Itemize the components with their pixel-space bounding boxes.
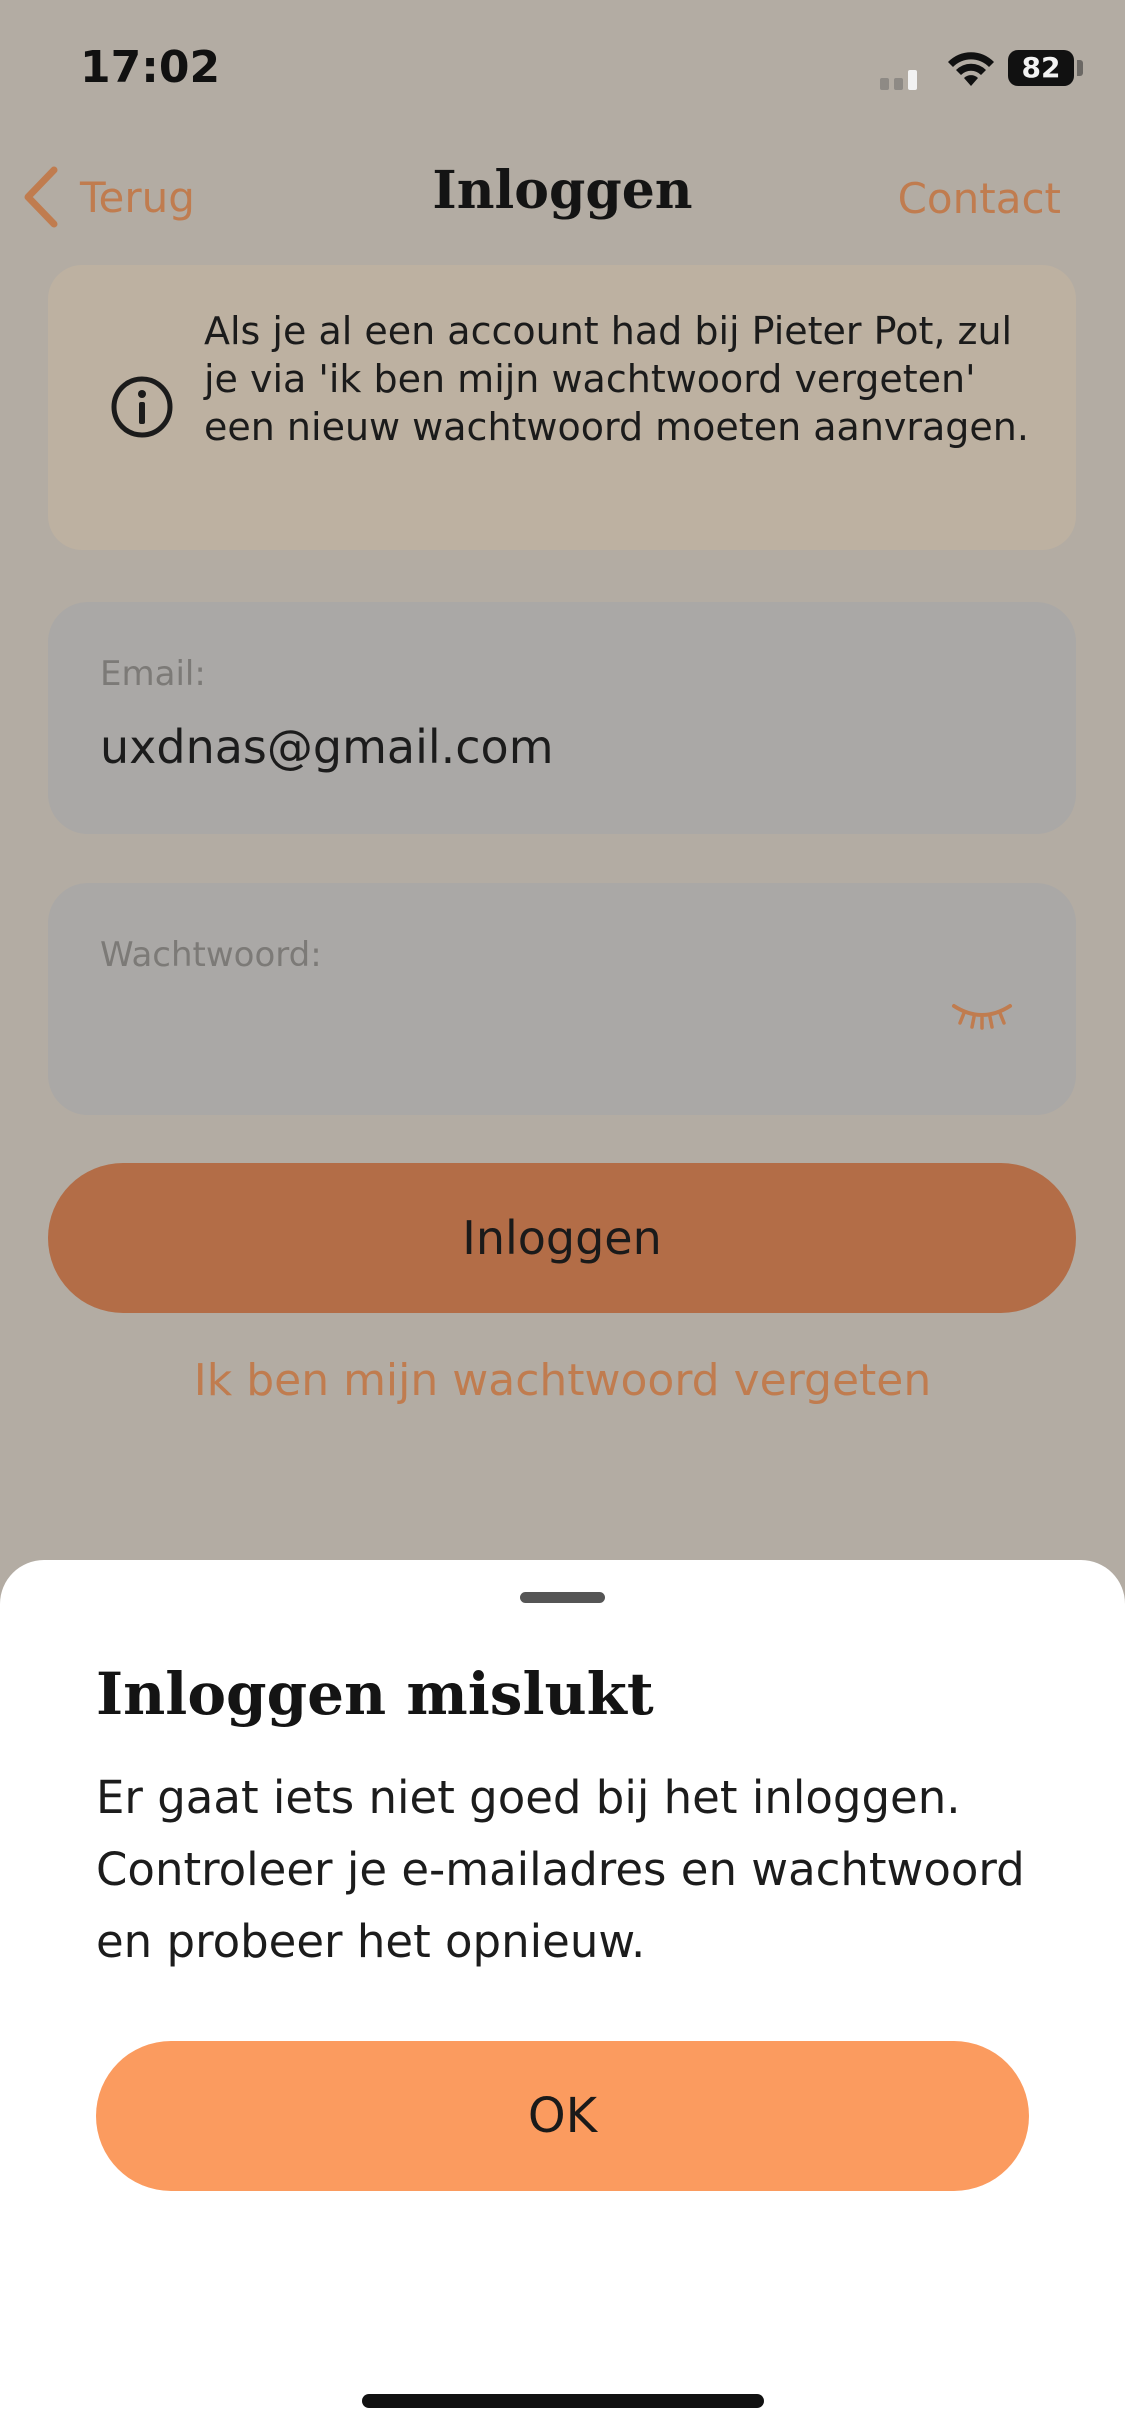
info-banner: Als je al een account had bij Pieter Pot…	[48, 265, 1076, 550]
back-button[interactable]: Terug	[22, 162, 195, 232]
wifi-icon	[948, 52, 994, 86]
forgot-password-link[interactable]: Ik ben mijn wachtwoord vergeten	[0, 1355, 1125, 1406]
home-indicator	[362, 2394, 764, 2408]
ok-button[interactable]: OK	[96, 2041, 1029, 2191]
sheet-handle[interactable]	[520, 1592, 605, 1603]
chevron-left-icon	[24, 166, 58, 228]
password-label: Wachtwoord:	[100, 935, 322, 975]
email-label: Email:	[100, 654, 206, 694]
password-field[interactable]: Wachtwoord:	[48, 883, 1076, 1115]
cellular-signal-icon	[880, 70, 930, 90]
sheet-message: Er gaat iets niet goed bij het inloggen.…	[96, 1771, 1025, 1968]
error-sheet: Inloggen mislukt Er gaat iets niet goed …	[0, 1560, 1125, 2436]
back-label: Terug	[80, 172, 195, 222]
login-button[interactable]: Inloggen	[48, 1163, 1076, 1313]
login-screen: 17:02 82 Terug Inloggen Contact Als je a…	[0, 0, 1125, 2436]
info-icon	[111, 376, 173, 438]
sheet-title: Inloggen mislukt	[96, 1660, 654, 1728]
status-time: 17:02	[80, 42, 221, 93]
battery-icon: 82	[1008, 50, 1074, 86]
email-field[interactable]: Email: uxdnas@gmail.com	[48, 602, 1076, 834]
contact-link[interactable]: Contact	[898, 174, 1061, 223]
info-text: Als je al een account had bij Pieter Pot…	[204, 309, 1029, 449]
battery-tip	[1077, 60, 1083, 76]
email-input[interactable]: uxdnas@gmail.com	[100, 720, 554, 774]
eye-closed-icon[interactable]	[950, 998, 1014, 1034]
